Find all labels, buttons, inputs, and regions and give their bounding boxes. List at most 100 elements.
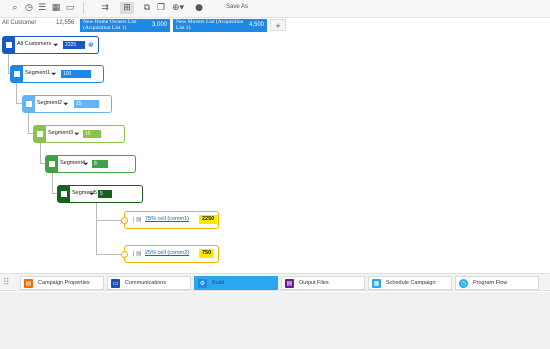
- segment-count: 25: [74, 100, 99, 108]
- nav-schedule-campaign[interactable]: ▦ Schedule Campaign: [368, 276, 452, 290]
- nav-campaign-properties[interactable]: ▤ Campaign Properties: [20, 276, 104, 290]
- segment-color-tab: [46, 156, 58, 172]
- comment-icon[interactable]: ▭: [64, 2, 76, 14]
- tree-connector: [40, 142, 41, 164]
- checkbox-icon[interactable]: [14, 71, 20, 77]
- segment-count: 8: [92, 160, 108, 168]
- filter-icon[interactable]: ⏷: [63, 100, 69, 108]
- segment-count: 100: [61, 70, 91, 78]
- segment-count: 15: [83, 130, 101, 138]
- add-icon[interactable]: ⊕: [88, 41, 94, 49]
- list-main-count: 12,556: [56, 20, 75, 26]
- segment-label: All Customers: [17, 41, 52, 47]
- tree-connector: [96, 202, 97, 255]
- save-as-button[interactable]: Save As: [226, 4, 248, 10]
- schedule-icon: ▦: [372, 279, 381, 288]
- history-icon[interactable]: ◷: [23, 2, 35, 14]
- segment-label: Segment4: [60, 160, 86, 166]
- search-icon[interactable]: ⌕: [9, 2, 21, 14]
- list-tab-count: 4,500: [248, 22, 264, 28]
- list-main-label[interactable]: All Customer: [2, 20, 36, 26]
- checkbox-icon[interactable]: [6, 42, 12, 48]
- filter-icon[interactable]: ⏷: [83, 160, 89, 168]
- cell-comm1[interactable]: ❘▤ 75% cell (comm1) 2250: [121, 211, 219, 229]
- cell-link[interactable]: 75% cell (comm1): [145, 216, 189, 222]
- cell-comm2[interactable]: ❘▤ 25% cell (comm2) 750: [121, 245, 219, 263]
- list-tab-name: New Movers List (Acquisition List 2): [176, 19, 244, 31]
- segment-5[interactable]: Segment5 ⏷ 5: [57, 185, 143, 203]
- nav-program-flow[interactable]: ◷ Program Flow: [455, 276, 539, 290]
- list-tab-1[interactable]: New Home Owners List (Acquisition List 1…: [80, 19, 170, 32]
- copy-icon[interactable]: ⧉: [141, 2, 153, 14]
- segment-4[interactable]: Segment4 ⏷ 8: [45, 155, 136, 173]
- properties-icon: ▤: [24, 279, 33, 288]
- segment-color-tab: [34, 126, 46, 142]
- campaign-builder: ⌕ ◷ ☰ ▦ ▭ ⇉ ⊞ ⧉ ❐ ⊕▾ ● Save As All Custo…: [0, 0, 550, 349]
- tree-connector: [52, 172, 53, 194]
- build-icon: ⚙: [198, 279, 207, 288]
- toolbar: ⌕ ◷ ☰ ▦ ▭ ⇉ ⊞ ⧉ ❐ ⊕▾ ● Save As: [0, 0, 550, 18]
- checkbox-icon[interactable]: [26, 101, 32, 107]
- tree-connector: [16, 81, 17, 104]
- tree-icon[interactable]: ⊞: [120, 2, 134, 14]
- nav-label: Campaign Properties: [38, 280, 90, 286]
- segment-count: 2225: [63, 41, 85, 49]
- add-list-button[interactable]: +: [270, 19, 286, 31]
- nav-output-files[interactable]: ▤ Output Files: [281, 276, 365, 290]
- tree-connector: [96, 254, 122, 255]
- grid-icon[interactable]: ⠿: [3, 278, 13, 288]
- program-flow-icon: ◷: [459, 279, 468, 288]
- checkbox-icon[interactable]: [37, 131, 43, 137]
- nav-label: Schedule Campaign: [386, 280, 436, 286]
- list-icon[interactable]: ☰: [36, 2, 48, 14]
- segment-1[interactable]: Segment1 ⏷ 100: [10, 65, 104, 83]
- document-icon: ❘▤: [131, 216, 142, 223]
- cell-link[interactable]: 25% cell (comm2): [145, 250, 189, 256]
- communications-icon: ▭: [111, 279, 120, 288]
- filter-icon[interactable]: ⏷: [53, 41, 59, 49]
- list-tab-2[interactable]: New Movers List (Acquisition List 2) 4,5…: [173, 19, 267, 32]
- checkbox-icon[interactable]: [49, 161, 55, 167]
- segment-2[interactable]: Segment2 ⏷ 25: [22, 95, 112, 113]
- cell-count: 2250: [199, 215, 218, 224]
- filter-icon[interactable]: ⏷: [89, 190, 95, 198]
- footer-area: [0, 292, 550, 349]
- nav-label: Build: [212, 280, 225, 286]
- duplicate-icon[interactable]: ❐: [155, 2, 167, 14]
- pin-icon[interactable]: ●: [193, 2, 205, 14]
- list-bar: All Customer 12,556 New Home Owners List…: [0, 19, 550, 33]
- segment-color-tab: [23, 96, 35, 112]
- cell-connector-dot: [121, 217, 128, 224]
- zoom-icon[interactable]: ⊕▾: [169, 2, 187, 14]
- segment-label: Segment1: [25, 70, 51, 76]
- tree-connector: [96, 220, 122, 221]
- output-files-icon: ▤: [285, 279, 294, 288]
- calendar-icon[interactable]: ▦: [50, 2, 62, 14]
- align-icon[interactable]: ⇉: [99, 2, 111, 14]
- segment-label: Segment2: [37, 100, 63, 106]
- segment-3[interactable]: Segment3 ⏷ 15: [33, 125, 125, 143]
- document-icon: ❘▤: [131, 250, 142, 257]
- checkbox-icon[interactable]: [61, 191, 67, 197]
- segment-all-customers[interactable]: All Customers ⏷ 2225 ⊕: [2, 36, 99, 54]
- bottom-nav: ⠿ ▤ Campaign Properties ▭ Communications…: [0, 273, 550, 291]
- nav-build[interactable]: ⚙ Build: [194, 276, 278, 290]
- filter-icon[interactable]: ⏷: [51, 70, 57, 78]
- cell-count: 750: [199, 249, 215, 258]
- tree-connector: [28, 113, 29, 134]
- segment-color-tab: [58, 186, 70, 202]
- list-tab-count: 3,000: [151, 22, 167, 28]
- toolbar-divider: [83, 3, 84, 14]
- segment-color-tab: [11, 66, 23, 82]
- nav-label: Output Files: [299, 280, 329, 286]
- nav-communications[interactable]: ▭ Communications: [107, 276, 191, 290]
- nav-label: Program Flow: [473, 280, 508, 286]
- filter-icon[interactable]: ⏷: [74, 130, 80, 138]
- cell-connector-dot: [121, 251, 128, 258]
- nav-label: Communications: [125, 280, 166, 286]
- segment-color-tab: [3, 37, 15, 53]
- tree-connector: [8, 53, 9, 74]
- segment-label: Segment3: [48, 130, 74, 136]
- segment-count: 5: [98, 190, 112, 198]
- list-tab-name: New Home Owners List (Acquisition List 1…: [83, 19, 137, 31]
